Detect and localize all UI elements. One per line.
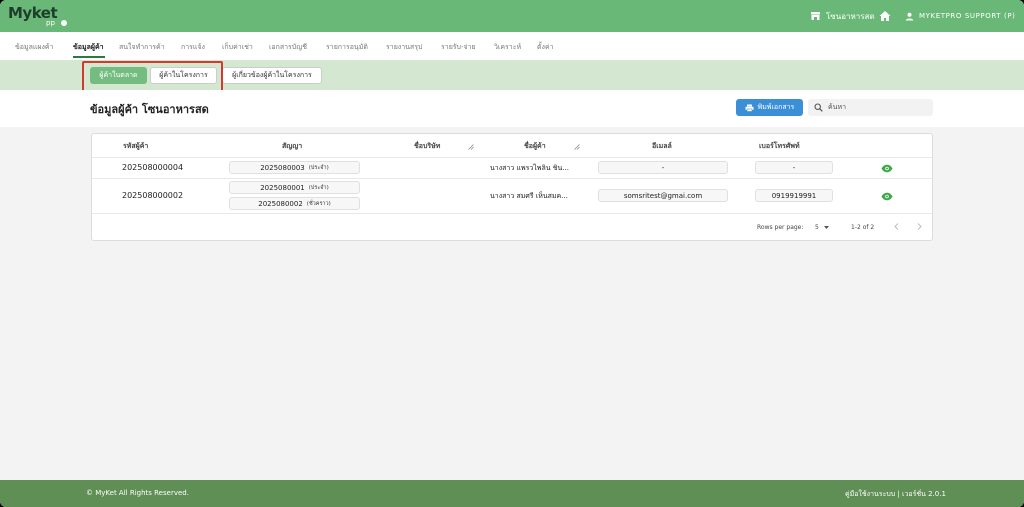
logo[interactable]: Myket pp — [8, 4, 68, 28]
print-label: พิมพ์เอกสาร — [757, 103, 795, 111]
user-label: MYKETPRO SUPPORT (P) — [919, 12, 1016, 20]
column-header-company[interactable]: ชื่อบริษัท — [414, 141, 440, 152]
footer-separator: | — [897, 490, 900, 498]
contract-type: (ชั่วคราว) — [306, 200, 331, 207]
nav-item-interested[interactable]: สนใจทำการค้า — [119, 42, 165, 53]
vendor-code: 202508000002 — [122, 191, 184, 200]
row-divider — [92, 213, 932, 214]
column-header-contract[interactable]: สัญญา — [282, 141, 302, 152]
search-input[interactable]: ค้นหา — [808, 99, 933, 116]
column-header-code[interactable]: รหัสผู้ค้า — [123, 141, 148, 152]
phone-value: 0919919991 — [755, 189, 833, 202]
contract-type: (ประจำ) — [308, 164, 329, 171]
vendor-table: รหัสผู้ค้า สัญญา ชื่อบริษัท ชื่อผู้ค้า อ… — [91, 133, 933, 241]
main-nav: ข้อมูลแผงค้า ข้อมูลผู้ค้า สนใจทำการค้า ก… — [0, 32, 1024, 60]
contract-number: 2025080001 — [260, 183, 305, 192]
column-resize-icon[interactable] — [574, 144, 580, 150]
contract-badge[interactable]: 2025080001 (ประจำ) — [229, 181, 360, 194]
version-text: เวอร์ชั่น 2.0.1 — [902, 490, 946, 498]
column-header-phone[interactable]: เบอร์โทรศัพท์ — [759, 141, 800, 152]
email-value: somsritest@gmai.com — [598, 189, 728, 202]
contract-badge[interactable]: 2025080002 (ชั่วคราว) — [229, 197, 360, 210]
app-window: Myket pp โซนอาหารสด MYKETPRO SUPPORT (P)… — [0, 0, 1024, 507]
vendor-code: 202508000004 — [122, 163, 184, 172]
header-divider — [92, 157, 932, 158]
column-header-name[interactable]: ชื่อผู้ค้า — [524, 141, 546, 152]
copyright-text: © MyKet All Rights Reserved. — [86, 489, 189, 497]
eye-icon[interactable] — [881, 164, 893, 173]
nav-item-rent[interactable]: เก็บค่าเช่า — [222, 42, 253, 53]
rows-per-page-select[interactable]: 5 — [815, 222, 835, 233]
vendor-name: นางสาว แพรวไพลิน ชิน... — [490, 164, 569, 172]
vendor-name: นางสาว สมศรี เห็นสมค... — [490, 192, 568, 200]
nav-item-vendors[interactable]: ข้อมูลผู้ค้า — [73, 42, 104, 53]
chevron-left-icon[interactable] — [894, 223, 899, 230]
eye-icon[interactable] — [881, 192, 893, 201]
version-area: คู่มือใช้งานระบบ | เวอร์ชั่น 2.0.1 — [845, 489, 946, 500]
row-divider — [92, 178, 932, 179]
search-placeholder: ค้นหา — [828, 103, 847, 111]
contract-badge[interactable]: 2025080003 (ประจำ) — [229, 161, 360, 174]
store-selector[interactable]: โซนอาหารสด — [810, 9, 875, 23]
user-icon — [905, 12, 914, 20]
tab-related-persons[interactable]: ผู้เกี่ยวข้องผู้ค้าในโครงการ — [222, 67, 322, 84]
chevron-right-icon[interactable] — [917, 223, 922, 230]
column-resize-icon[interactable] — [468, 144, 474, 150]
title-bar: ข้อมูลผู้ค้า โซนอาหารสด พิมพ์เอกสาร ค้นห… — [0, 90, 1024, 127]
store-icon — [811, 12, 820, 20]
nav-item-summary[interactable]: รายงานสรุป — [386, 42, 422, 53]
printer-icon — [745, 104, 754, 112]
email-value: - — [598, 161, 728, 174]
active-tab-indicator — [73, 56, 105, 58]
pagination-range: 1-2 of 2 — [851, 224, 875, 231]
rows-per-page-label: Rows per page: — [757, 224, 804, 231]
footer: © MyKet All Rights Reserved. คู่มือใช้งา… — [0, 480, 1024, 507]
contract-type: (ประจำ) — [308, 184, 329, 191]
search-icon — [814, 103, 823, 112]
nav-item-stalls[interactable]: ข้อมูลแผงค้า — [15, 42, 54, 53]
nav-item-notifications[interactable]: การแจ้ง — [181, 42, 205, 53]
home-icon[interactable] — [878, 9, 892, 23]
nav-item-settings[interactable]: ตั้งค่า — [537, 42, 554, 53]
logo-subtext: pp — [46, 19, 55, 27]
top-bar: Myket pp โซนอาหารสด MYKETPRO SUPPORT (P) — [0, 0, 1024, 32]
print-button[interactable]: พิมพ์เอกสาร — [736, 99, 803, 116]
column-header-email[interactable]: อีเมลล์ — [652, 141, 672, 152]
contract-number: 2025080003 — [260, 163, 305, 172]
nav-item-income-expense[interactable]: รายรับ-จ่าย — [441, 42, 476, 53]
store-label: โซนอาหารสด — [826, 11, 875, 21]
phone-value: - — [755, 161, 833, 174]
manual-link[interactable]: คู่มือใช้งานระบบ — [845, 490, 895, 498]
user-menu[interactable]: MYKETPRO SUPPORT (P) — [905, 9, 1015, 23]
nav-item-approvals[interactable]: รายการอนุมัติ — [326, 42, 368, 53]
contract-number: 2025080002 — [258, 199, 303, 208]
rows-per-page-value: 5 — [815, 224, 819, 231]
page-title: ข้อมูลผู้ค้า โซนอาหารสด — [90, 103, 209, 116]
logo-dot-icon — [61, 20, 67, 26]
nav-item-accounting[interactable]: เอกสารบัญชี — [269, 42, 307, 53]
dropdown-arrow-icon — [823, 226, 829, 229]
nav-item-analysis[interactable]: วิเคราะห์ — [494, 42, 521, 53]
